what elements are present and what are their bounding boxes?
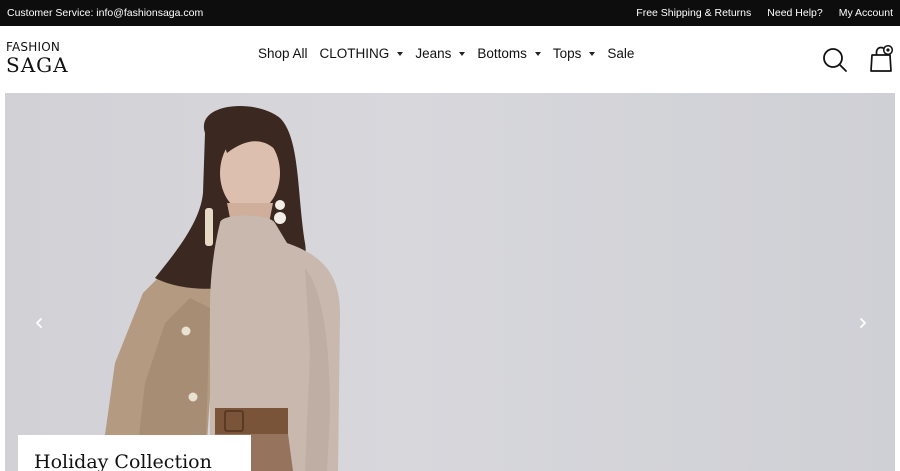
nav-item-shop-all[interactable]: Shop All [258, 46, 308, 61]
free-shipping-link[interactable]: Free Shipping & Returns [636, 7, 751, 19]
nav-item-bottoms[interactable]: Bottoms [477, 46, 541, 61]
nav-item-label: Bottoms [477, 46, 527, 61]
caret-down-icon [589, 52, 596, 56]
chevron-right-icon [860, 318, 866, 328]
site-logo[interactable]: FASHION SAGA [6, 40, 76, 82]
main-nav: Shop All CLOTHING Jeans Bottoms Tops Sal… [258, 46, 646, 61]
site-header: FASHION SAGA Shop All CLOTHING Jeans Bot… [0, 26, 900, 93]
hero-slider[interactable]: Holiday Collection [5, 93, 895, 471]
nav-item-label: Tops [552, 46, 582, 61]
chevron-left-icon [36, 318, 42, 328]
caret-down-icon [397, 52, 404, 56]
hero-caption-title: Holiday Collection [34, 451, 212, 471]
caret-down-icon [459, 52, 466, 56]
need-help-link[interactable]: Need Help? [767, 7, 822, 19]
customer-service-text: Customer Service: info@fashionsaga.com [7, 7, 204, 19]
logo-line-1: FASHION [6, 40, 61, 54]
search-icon [823, 48, 847, 72]
utility-bar: Customer Service: info@fashionsaga.com F… [0, 0, 900, 26]
caret-down-icon [534, 52, 541, 56]
my-account-link[interactable]: My Account [839, 7, 893, 19]
search-button[interactable] [821, 46, 849, 74]
nav-item-clothing[interactable]: CLOTHING [320, 46, 404, 61]
nav-item-label: Sale [607, 46, 635, 61]
nav-item-tops[interactable]: Tops [553, 46, 596, 61]
nav-item-sale[interactable]: Sale [607, 46, 634, 61]
hero-caption-card: Holiday Collection [18, 435, 251, 471]
nav-item-label: Jeans [415, 46, 452, 61]
nav-item-jeans[interactable]: Jeans [415, 46, 466, 61]
slider-next-button[interactable] [857, 316, 869, 330]
shopping-bag-icon [870, 44, 894, 72]
nav-item-label: Shop All [258, 46, 308, 61]
cart-button[interactable] [868, 44, 894, 74]
logo-line-2: SAGA [6, 53, 69, 77]
nav-item-label: CLOTHING [319, 46, 390, 61]
utility-links: Free Shipping & Returns Need Help? My Ac… [636, 7, 893, 19]
slider-prev-button[interactable] [33, 316, 45, 330]
hero-model-image [100, 106, 340, 471]
